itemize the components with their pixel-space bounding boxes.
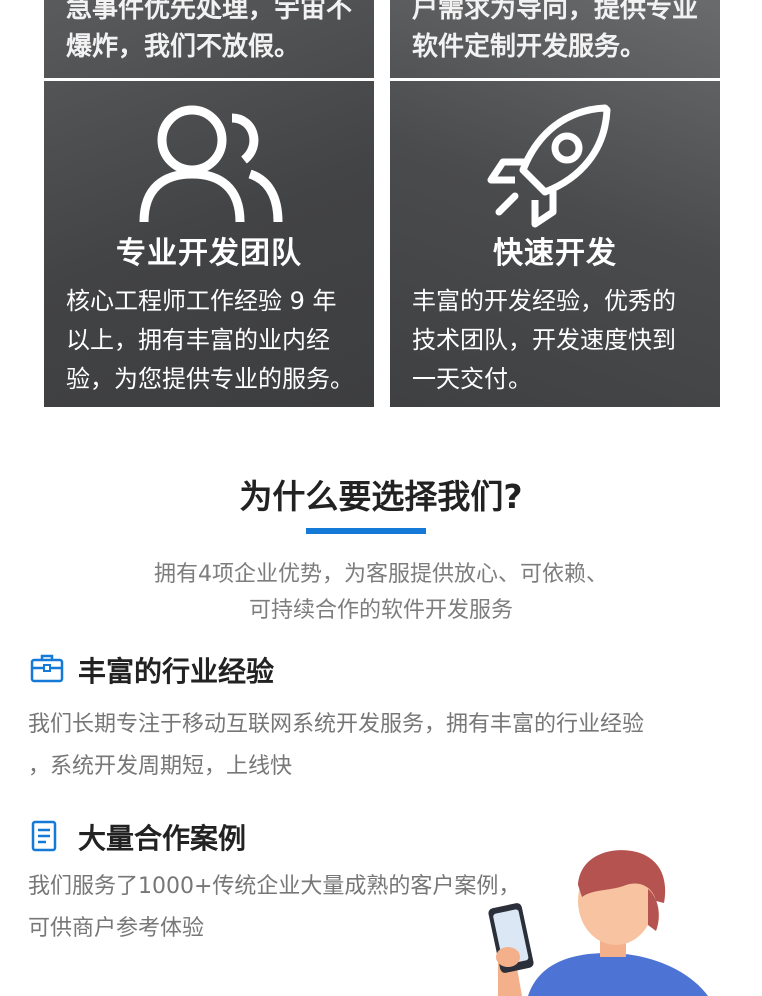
document-icon (31, 820, 57, 852)
feature-text-line: ，系统开发周期短，上线快 (28, 754, 293, 779)
section-subtitle-line: 可持续合作的软件开发服务 (248, 598, 513, 623)
team-icon (139, 105, 283, 223)
card-divider (44, 78, 374, 81)
card-divider (390, 78, 720, 81)
card-desc-line: 技术团队，开发速度快到 (412, 326, 676, 354)
card-gap (374, 0, 390, 407)
card-top-line: 急事件优先处理，宇宙不 (66, 0, 353, 24)
section-subtitle-line: 拥有4项企业优势，为客服提供放心、可依赖、 (154, 562, 608, 587)
heading-underline (306, 528, 426, 534)
card-top-line: 户需求为导向，提供专业 (412, 0, 699, 24)
card-top-text: 急事件优先处理，宇宙不 爆炸，我们不放假。 (66, 0, 366, 66)
card-description: 核心工程师工作经验 9 年 以上，拥有丰富的业内经 验，为您提供专业的服务。 (66, 282, 366, 399)
card-top-line: 爆炸，我们不放假。 (66, 32, 301, 62)
card-desc-line: 验，为您提供专业的服务。 (66, 365, 354, 393)
card-title: 专业开发团队 (116, 236, 302, 271)
feature-text: 我们长期专注于移动互联网系统开发服务，拥有丰富的行业经验 ，系统开发周期短，上线… (28, 704, 728, 788)
feature-card-fast: 户需求为导向，提供专业 软件定制开发服务。 快速开发 丰富的开发经验，优秀的 技… (390, 0, 720, 407)
feature-title: 大量合作案例 (78, 822, 247, 855)
feature-text-line: 我们长期专注于移动互联网系统开发服务，拥有丰富的行业经验 (28, 712, 645, 737)
card-desc-line: 以上，拥有丰富的业内经 (66, 326, 330, 354)
section-heading: 为什么要选择我们? (239, 477, 523, 516)
card-desc-line: 一天交付。 (412, 365, 532, 393)
card-top-line: 软件定制开发服务。 (412, 32, 647, 62)
card-desc-line: 核心工程师工作经验 9 年 (66, 287, 337, 315)
person-with-phone-icon (488, 850, 708, 996)
card-description: 丰富的开发经验，优秀的 技术团队，开发速度快到 一天交付。 (412, 282, 712, 399)
card-title: 快速开发 (493, 236, 617, 271)
card-top-text: 户需求为导向，提供专业 软件定制开发服务。 (412, 0, 712, 66)
card-desc-line: 丰富的开发经验，优秀的 (412, 287, 676, 315)
rocket-icon (487, 104, 611, 228)
feature-title: 丰富的行业经验 (78, 655, 275, 688)
briefcase-icon (30, 654, 64, 683)
feature-card-team: 急事件优先处理，宇宙不 爆炸，我们不放假。 专业开发团队 核心工程师工作经验 9… (44, 0, 374, 407)
